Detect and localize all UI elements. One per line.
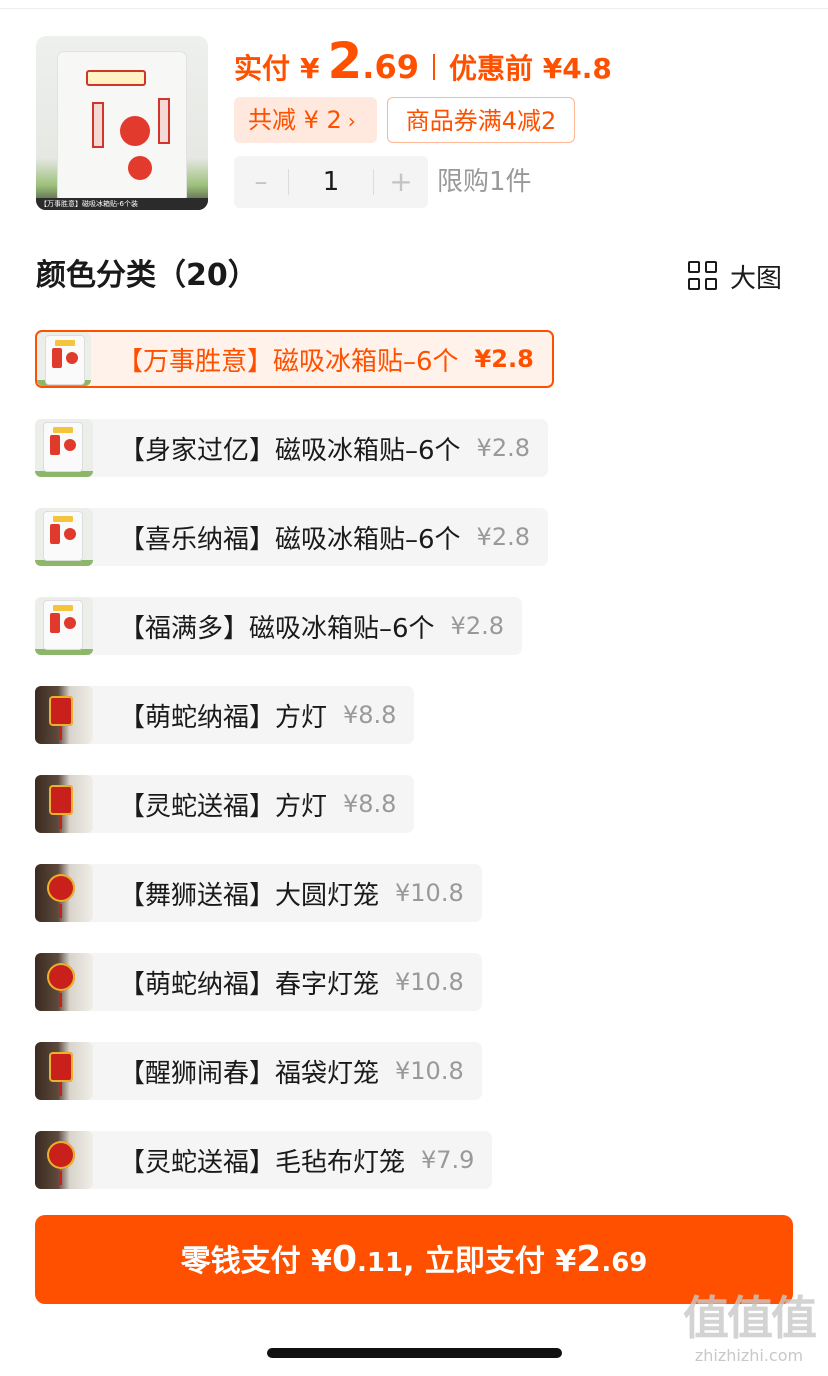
variant-option[interactable]: 【萌蛇纳福】春字灯笼 ¥10.8 bbox=[35, 953, 482, 1011]
price-line: 实付 ¥ 2 .69 优惠前 ¥4.8 bbox=[234, 32, 612, 102]
home-indicator bbox=[267, 1348, 562, 1358]
variant-thumbnail bbox=[35, 1042, 93, 1100]
magnet-decor bbox=[128, 156, 152, 180]
product-thumbnail[interactable]: 【万事胜意】磁吸冰箱贴-6个装 bbox=[36, 36, 208, 210]
grid-icon bbox=[688, 261, 718, 291]
decrement-button[interactable]: – bbox=[234, 156, 288, 208]
variant-label: 【万事胜意】磁吸冰箱贴–6个 bbox=[117, 346, 459, 377]
variant-thumbnail bbox=[35, 419, 93, 477]
discount-detail-button[interactable]: 共减 ¥ 2 › bbox=[234, 97, 377, 143]
thumb-sign bbox=[86, 70, 146, 86]
magnet-decor bbox=[158, 98, 170, 144]
variant-price: ¥2.8 bbox=[474, 345, 534, 373]
chevron-right-icon: › bbox=[347, 109, 356, 133]
variant-label: 【醒狮闹春】福袋灯笼 bbox=[119, 1058, 380, 1089]
variant-price: ¥10.8 bbox=[395, 968, 464, 996]
variant-thumbnail bbox=[35, 953, 93, 1011]
variant-option[interactable]: 【萌蛇纳福】方灯 ¥8.8 bbox=[35, 686, 415, 744]
variant-price: ¥10.8 bbox=[395, 879, 464, 907]
pay-label-1: 零钱支付 ¥ bbox=[180, 1244, 332, 1279]
variant-label: 【灵蛇送福】方灯 bbox=[119, 791, 328, 822]
variant-price: ¥8.8 bbox=[343, 701, 397, 729]
variant-option[interactable]: 【万事胜意】磁吸冰箱贴–6个 ¥2.8 bbox=[35, 330, 554, 388]
pay-amount-dec: .69 bbox=[601, 1248, 648, 1278]
variant-option[interactable]: 【舞狮送福】大圆灯笼 ¥10.8 bbox=[35, 864, 482, 922]
discount-label: 共减 ¥ 2 bbox=[248, 106, 342, 134]
pay-amount-int: 2 bbox=[576, 1239, 602, 1280]
variant-option[interactable]: 【福满多】磁吸冰箱贴–6个 ¥2.8 bbox=[35, 597, 522, 655]
variant-thumbnail bbox=[35, 864, 93, 922]
wallet-amount-dec: .11 bbox=[357, 1248, 404, 1278]
section-title: 颜色分类（20） bbox=[36, 258, 258, 293]
price-decimal: .69 bbox=[362, 48, 419, 86]
variant-thumbnail bbox=[35, 775, 93, 833]
variant-label: 【萌蛇纳福】春字灯笼 bbox=[119, 969, 380, 1000]
currency-symbol: ¥ bbox=[300, 52, 320, 85]
watermark-url: zhizhizhi.com bbox=[694, 1346, 804, 1365]
variant-price: ¥2.8 bbox=[476, 523, 530, 551]
variant-option[interactable]: 【灵蛇送福】方灯 ¥8.8 bbox=[35, 775, 415, 833]
quantity-stepper: – 1 + bbox=[234, 156, 428, 208]
variant-option[interactable]: 【醒狮闹春】福袋灯笼 ¥10.8 bbox=[35, 1042, 482, 1100]
pay-label-2: , 立即支付 ¥ bbox=[403, 1244, 577, 1279]
wallet-amount-int: 0 bbox=[331, 1239, 358, 1280]
variant-price: ¥2.8 bbox=[450, 612, 504, 640]
variant-thumbnail bbox=[35, 597, 93, 655]
variant-thumbnail bbox=[35, 1131, 93, 1189]
view-toggle-label: 大图 bbox=[730, 263, 783, 294]
watermark-logo: 值值值 bbox=[683, 1291, 817, 1345]
increment-button[interactable]: + bbox=[374, 156, 428, 208]
variant-thumbnail bbox=[35, 508, 93, 566]
variant-price: ¥8.8 bbox=[343, 790, 397, 818]
top-divider bbox=[0, 8, 828, 9]
variant-thumbnail bbox=[35, 686, 93, 744]
variant-price: ¥7.9 bbox=[421, 1146, 475, 1174]
magnet-decor bbox=[92, 102, 104, 148]
variant-label: 【舞狮送福】大圆灯笼 bbox=[119, 880, 380, 911]
variant-label: 【身家过亿】磁吸冰箱贴–6个 bbox=[119, 435, 461, 466]
variant-option[interactable]: 【身家过亿】磁吸冰箱贴–6个 ¥2.8 bbox=[35, 419, 548, 477]
variant-label: 【萌蛇纳福】方灯 bbox=[119, 702, 328, 733]
variant-option[interactable]: 【灵蛇送福】毛毡布灯笼 ¥7.9 bbox=[35, 1131, 493, 1189]
price-separator bbox=[432, 54, 435, 80]
variant-price: ¥2.8 bbox=[476, 434, 530, 462]
coupon-badge[interactable]: 商品券满4减2 bbox=[387, 97, 575, 143]
thumb-caption: 【万事胜意】磁吸冰箱贴-6个装 bbox=[36, 198, 208, 210]
quantity-input[interactable]: 1 bbox=[289, 156, 373, 208]
variant-label: 【灵蛇送福】毛毡布灯笼 bbox=[119, 1147, 406, 1178]
watermark: 值值值 zhizhizhi.com bbox=[676, 1290, 822, 1370]
purchase-limit: 限购1件 bbox=[437, 167, 532, 197]
variant-label: 【福满多】磁吸冰箱贴–6个 bbox=[119, 613, 435, 644]
variant-option[interactable]: 【喜乐纳福】磁吸冰箱贴–6个 ¥2.8 bbox=[35, 508, 548, 566]
magnet-decor bbox=[120, 116, 150, 146]
paid-label: 实付 bbox=[234, 52, 291, 85]
variant-thumbnail bbox=[37, 332, 91, 386]
price-integer: 2 bbox=[327, 32, 363, 90]
large-image-toggle[interactable]: 大图 bbox=[688, 256, 782, 296]
variant-price: ¥10.8 bbox=[395, 1057, 464, 1085]
variant-label: 【喜乐纳福】磁吸冰箱贴–6个 bbox=[119, 524, 461, 555]
original-price: 优惠前 ¥4.8 bbox=[448, 52, 612, 85]
